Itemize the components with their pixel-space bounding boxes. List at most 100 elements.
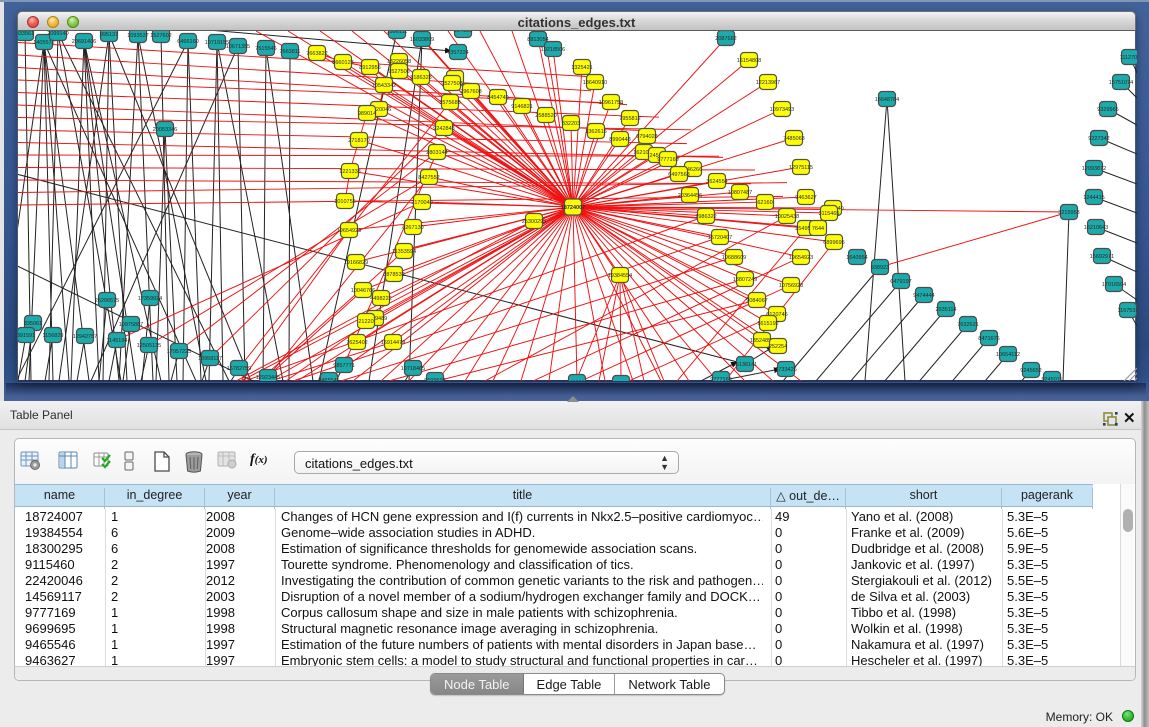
- svg-text:9463627: 9463627: [566, 380, 587, 381]
- svg-text:20053346: 20053346: [153, 127, 177, 133]
- svg-text:7644: 7644: [812, 226, 824, 232]
- svg-text:6466160: 6466160: [177, 39, 198, 45]
- svg-text:833561: 833561: [18, 31, 34, 37]
- svg-text:16914479: 16914479: [381, 340, 405, 346]
- svg-text:8186328: 8186328: [410, 75, 431, 81]
- svg-text:19718485: 19718485: [401, 366, 425, 372]
- svg-text:7357224: 7357224: [447, 50, 468, 56]
- svg-text:12942757: 12942757: [73, 334, 97, 340]
- svg-text:995137: 995137: [100, 32, 118, 38]
- svg-text:19384554: 19384554: [608, 273, 632, 279]
- svg-text:9463627: 9463627: [795, 195, 816, 201]
- svg-text:7515546: 7515546: [255, 46, 276, 52]
- svg-text:12093872: 12093872: [1082, 166, 1106, 172]
- svg-text:10756928: 10756928: [779, 283, 803, 289]
- svg-text:8990448: 8990448: [609, 137, 630, 143]
- svg-text:9527506: 9527506: [388, 69, 409, 75]
- svg-text:19654923: 19654923: [337, 228, 361, 234]
- svg-text:10671355: 10671355: [226, 44, 250, 50]
- svg-text:8660123: 8660123: [332, 60, 353, 66]
- svg-text:7485063: 7485063: [783, 136, 804, 142]
- svg-text:9465546: 9465546: [318, 378, 339, 381]
- svg-text:252254: 252254: [769, 344, 787, 350]
- svg-text:26206575: 26206575: [95, 298, 119, 304]
- svg-text:3575685: 3575685: [439, 100, 460, 106]
- svg-text:9699695: 9699695: [424, 378, 445, 381]
- svg-text:4498222: 4498222: [370, 296, 391, 302]
- svg-text:6794028: 6794028: [636, 134, 657, 140]
- svg-text:938923: 938923: [871, 265, 889, 271]
- svg-text:1996111: 1996111: [387, 31, 408, 35]
- svg-text:9777169: 9777169: [657, 157, 678, 163]
- svg-text:8912955: 8912955: [359, 65, 380, 71]
- svg-text:1325421: 1325421: [571, 65, 592, 71]
- svg-text:1010755: 1010755: [334, 199, 355, 205]
- svg-text:989014: 989014: [358, 111, 376, 117]
- svg-text:15751074: 15751074: [1109, 80, 1133, 86]
- svg-text:9245652: 9245652: [1020, 368, 1041, 374]
- svg-text:7632621: 7632621: [957, 322, 978, 328]
- svg-text:17359924: 17359924: [138, 296, 162, 302]
- svg-text:10807487: 10807487: [728, 190, 752, 196]
- svg-text:18640910: 18640910: [583, 80, 607, 86]
- svg-text:1527602: 1527602: [150, 33, 171, 39]
- svg-text:9527508: 9527508: [441, 81, 462, 87]
- svg-text:9474444: 9474444: [913, 293, 934, 299]
- svg-text:9329965: 9329965: [1097, 107, 1118, 113]
- svg-text:3215953: 3215953: [1058, 210, 1079, 216]
- svg-text:2935114: 2935114: [935, 307, 956, 313]
- svg-text:16782759: 16782759: [227, 366, 251, 372]
- svg-text:2718170: 2718170: [348, 138, 369, 144]
- svg-text:16033809: 16033809: [410, 37, 434, 43]
- svg-text:9084067: 9084067: [746, 298, 767, 304]
- svg-text:12505135: 12505135: [137, 343, 161, 349]
- svg-text:10543342: 10543342: [372, 83, 396, 89]
- svg-text:2967608: 2967608: [460, 89, 481, 95]
- svg-text:2099140: 2099140: [47, 31, 68, 37]
- svg-text:16210643: 16210643: [1084, 225, 1108, 231]
- svg-text:20364456: 20364456: [678, 193, 702, 199]
- svg-text:832203: 832203: [562, 121, 580, 127]
- svg-text:7986322: 7986322: [695, 214, 716, 220]
- svg-text:19166829: 19166829: [344, 260, 368, 266]
- svg-text:1156829: 1156829: [42, 333, 63, 339]
- svg-text:16648784: 16648784: [875, 97, 899, 103]
- svg-text:2087682: 2087682: [715, 36, 736, 42]
- svg-text:3624554: 3624554: [706, 179, 727, 185]
- svg-text:21220: 21220: [358, 319, 373, 325]
- svg-text:2588520: 2588520: [535, 113, 556, 119]
- svg-text:7663811: 7663811: [279, 49, 300, 55]
- svg-text:9777169: 9777169: [710, 377, 731, 381]
- svg-text:10961758: 10961758: [599, 100, 623, 106]
- svg-text:18724007: 18724007: [561, 205, 585, 211]
- svg-text:12923445: 12923445: [256, 375, 280, 381]
- svg-text:1167531: 1167531: [1117, 308, 1137, 314]
- svg-text:25300295: 25300295: [522, 219, 546, 225]
- svg-text:7955812: 7955812: [619, 116, 640, 122]
- svg-text:7663822: 7663822: [306, 51, 327, 57]
- svg-text:1112704: 1112704: [1120, 55, 1137, 61]
- svg-text:954131: 954131: [454, 31, 472, 34]
- svg-text:10975887: 10975887: [119, 322, 143, 328]
- svg-text:8471676: 8471676: [978, 336, 999, 342]
- svg-text:835061: 835061: [24, 321, 42, 327]
- svg-text:18807249: 18807249: [733, 277, 757, 283]
- svg-text:1145194: 1145194: [106, 338, 127, 344]
- svg-text:8427552: 8427552: [418, 175, 439, 181]
- svg-text:10046766: 10046766: [351, 288, 375, 294]
- svg-text:12213967: 12213967: [756, 80, 780, 86]
- svg-text:2170040: 2170040: [411, 200, 432, 206]
- svg-text:1640954: 1640954: [846, 255, 867, 261]
- svg-text:10958117: 10958117: [198, 356, 222, 362]
- svg-text:9146821: 9146821: [511, 104, 532, 110]
- svg-text:1362615: 1362615: [585, 129, 606, 135]
- svg-text:15136141: 15136141: [733, 362, 757, 368]
- svg-text:16154808: 16154808: [737, 58, 761, 64]
- svg-text:62160: 62160: [757, 200, 772, 206]
- svg-text:9242848: 9242848: [433, 126, 454, 132]
- svg-text:12975115: 12975115: [789, 165, 813, 171]
- svg-text:8878532: 8878532: [383, 272, 404, 278]
- svg-text:1733426: 1733426: [775, 367, 796, 373]
- svg-text:7625402: 7625402: [346, 340, 367, 346]
- svg-text:1093527: 1093527: [127, 33, 148, 39]
